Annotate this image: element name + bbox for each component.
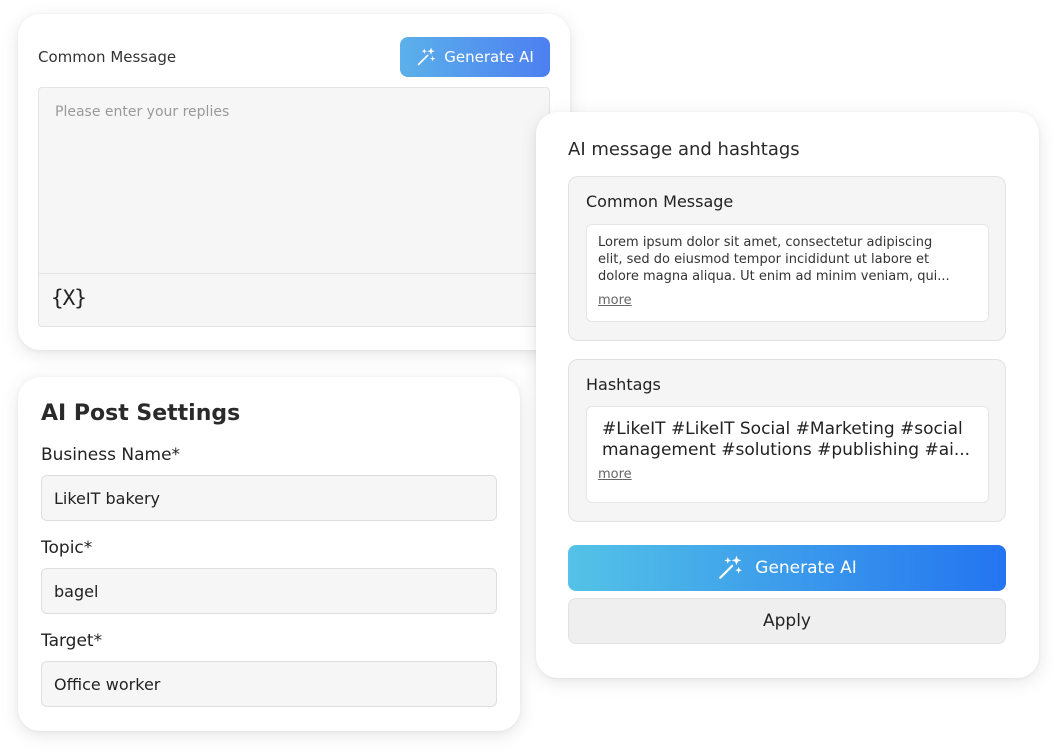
business-name-input[interactable] xyxy=(41,475,497,521)
message-line-3: dolore magna aliqua. Ut enim ad minim ve… xyxy=(598,269,950,284)
settings-heading: AI Post Settings xyxy=(41,401,241,426)
hashtags-line-1: #LikeIT #LikeIT Social #Marketing #socia… xyxy=(602,419,963,439)
reply-toolbar: {X} xyxy=(39,273,549,326)
business-name-label: Business Name* xyxy=(41,445,181,465)
message-preview: Lorem ipsum dolor sit amet, consectetur … xyxy=(586,224,989,322)
hashtags-preview-text: #LikeIT #LikeIT Social #Marketing #socia… xyxy=(602,419,978,461)
hashtags-preview: #LikeIT #LikeIT Social #Marketing #socia… xyxy=(586,406,989,503)
common-message-card: Common Message Generate AI {X} xyxy=(18,14,570,350)
magic-wand-icon xyxy=(717,555,743,581)
ai-message-hashtags-card: AI message and hashtags Common Message L… xyxy=(536,112,1039,678)
message-panel: Common Message Lorem ipsum dolor sit ame… xyxy=(568,176,1006,341)
insert-variable-button[interactable]: {X} xyxy=(51,286,87,310)
hashtags-panel: Hashtags #LikeIT #LikeIT Social #Marketi… xyxy=(568,359,1006,522)
message-panel-title: Common Message xyxy=(586,192,734,211)
hashtags-panel-title: Hashtags xyxy=(586,375,661,394)
topic-label: Topic* xyxy=(41,538,93,558)
ai-post-settings-card: AI Post Settings Business Name* Topic* T… xyxy=(18,377,520,731)
generate-ai-label: Generate AI xyxy=(444,48,534,66)
topic-input[interactable] xyxy=(41,568,497,614)
reply-textarea[interactable] xyxy=(39,88,549,273)
target-label: Target* xyxy=(41,631,103,651)
hashtags-line-2: management #solutions #publishing #ai... xyxy=(602,440,971,460)
generate-ai-main-button[interactable]: Generate AI xyxy=(568,545,1006,591)
message-line-1: Lorem ipsum dolor sit amet, consectetur … xyxy=(598,235,933,250)
message-preview-text: Lorem ipsum dolor sit amet, consectetur … xyxy=(598,234,978,285)
generate-ai-button[interactable]: Generate AI xyxy=(400,37,550,77)
generate-ai-main-label: Generate AI xyxy=(755,558,857,578)
magic-wand-icon xyxy=(416,47,436,67)
reply-box: {X} xyxy=(38,87,550,327)
apply-button[interactable]: Apply xyxy=(568,598,1006,644)
target-input[interactable] xyxy=(41,661,497,707)
common-message-title: Common Message xyxy=(38,48,177,66)
hashtags-more-link[interactable]: more xyxy=(598,467,632,482)
message-line-2: elit, sed do eiusmod tempor incididunt u… xyxy=(598,252,930,267)
message-more-link[interactable]: more xyxy=(598,293,632,308)
ai-card-heading: AI message and hashtags xyxy=(568,139,800,160)
